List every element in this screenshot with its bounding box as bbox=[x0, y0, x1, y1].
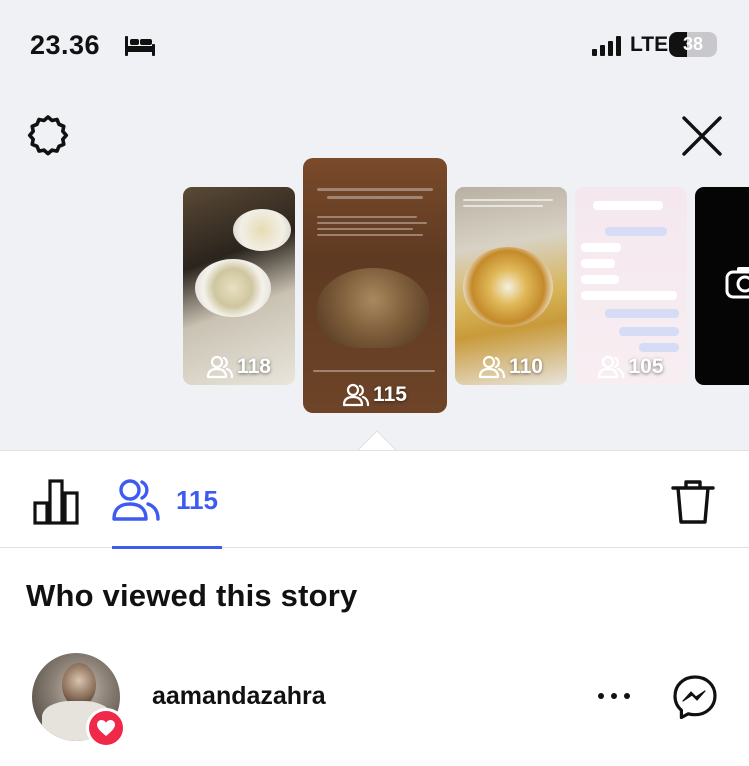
viewer-tab-bar: 115 bbox=[0, 450, 749, 549]
viewers-icon bbox=[343, 383, 370, 407]
viewers-icon bbox=[112, 479, 160, 521]
chat-bubble bbox=[639, 343, 679, 352]
story-text-line bbox=[463, 205, 543, 207]
selection-caret bbox=[357, 430, 397, 452]
chat-header bbox=[593, 201, 663, 210]
bed-icon bbox=[125, 36, 155, 56]
network-type: LTE bbox=[630, 33, 669, 56]
close-icon[interactable] bbox=[680, 114, 724, 158]
story-viewer-count-text: 118 bbox=[237, 355, 271, 378]
story-viewer-count-text: 110 bbox=[509, 355, 543, 378]
tab-viewers[interactable]: 115 bbox=[112, 451, 222, 549]
messenger-icon[interactable] bbox=[672, 674, 718, 720]
story-text-line bbox=[463, 199, 553, 201]
teacup-image bbox=[233, 209, 291, 251]
story-viewer-count: 110 bbox=[455, 355, 567, 379]
heart-icon bbox=[97, 720, 115, 736]
gear-icon[interactable] bbox=[24, 112, 72, 160]
story-viewer-count-text: 115 bbox=[373, 383, 407, 406]
chat-bubble bbox=[619, 327, 679, 336]
story-text-line bbox=[317, 188, 433, 191]
chat-bubble bbox=[581, 243, 621, 252]
story-tag-line bbox=[313, 370, 435, 372]
chat-bubble bbox=[581, 275, 619, 284]
tea-lemon-image bbox=[463, 247, 553, 327]
story-text-line bbox=[317, 234, 423, 236]
story-text-line bbox=[317, 222, 427, 224]
teacup-image bbox=[195, 259, 271, 317]
story-viewer-count-text: 105 bbox=[628, 355, 664, 378]
more-icon[interactable] bbox=[594, 686, 634, 706]
chat-bubble bbox=[581, 259, 615, 268]
story-viewer-count: 105 bbox=[575, 355, 687, 379]
reaction-badge bbox=[86, 708, 126, 748]
insights-icon[interactable] bbox=[33, 479, 79, 525]
status-time: 23.36 bbox=[30, 30, 101, 60]
story-text-line bbox=[317, 228, 413, 230]
battery-icon: 38 bbox=[669, 32, 717, 57]
add-story-thumbnail[interactable] bbox=[695, 187, 749, 385]
story-strip-area: 23.36 LTE 38 118 115 110 105 bbox=[0, 0, 749, 452]
viewers-count: 115 bbox=[176, 485, 218, 515]
battery-level: 38 bbox=[682, 34, 704, 54]
chat-bubble bbox=[605, 227, 667, 236]
viewers-icon bbox=[207, 355, 234, 379]
section-title: Who viewed this story bbox=[26, 578, 358, 613]
camera-icon bbox=[725, 267, 749, 299]
viewer-list-item[interactable]: aamandazahra bbox=[0, 648, 749, 748]
story-thumbnail[interactable]: 118 bbox=[183, 187, 295, 385]
viewer-username[interactable]: aamandazahra bbox=[152, 682, 326, 711]
viewers-icon bbox=[598, 355, 625, 379]
chat-bubble bbox=[605, 309, 679, 318]
story-thumbnail[interactable]: 110 bbox=[455, 187, 567, 385]
story-viewer-count: 118 bbox=[183, 355, 295, 379]
story-thumbnail[interactable]: 105 bbox=[575, 187, 687, 385]
story-viewer-count: 115 bbox=[303, 383, 447, 407]
story-drink-image bbox=[317, 268, 429, 348]
viewers-icon bbox=[479, 355, 506, 379]
story-text-line bbox=[317, 216, 417, 218]
story-thumbnail-selected[interactable]: 115 bbox=[303, 158, 447, 413]
active-tab-indicator bbox=[112, 546, 222, 549]
trash-icon[interactable] bbox=[671, 479, 715, 525]
chat-bubble bbox=[581, 291, 677, 300]
story-text-line bbox=[327, 196, 423, 199]
signal-icon bbox=[592, 36, 621, 56]
